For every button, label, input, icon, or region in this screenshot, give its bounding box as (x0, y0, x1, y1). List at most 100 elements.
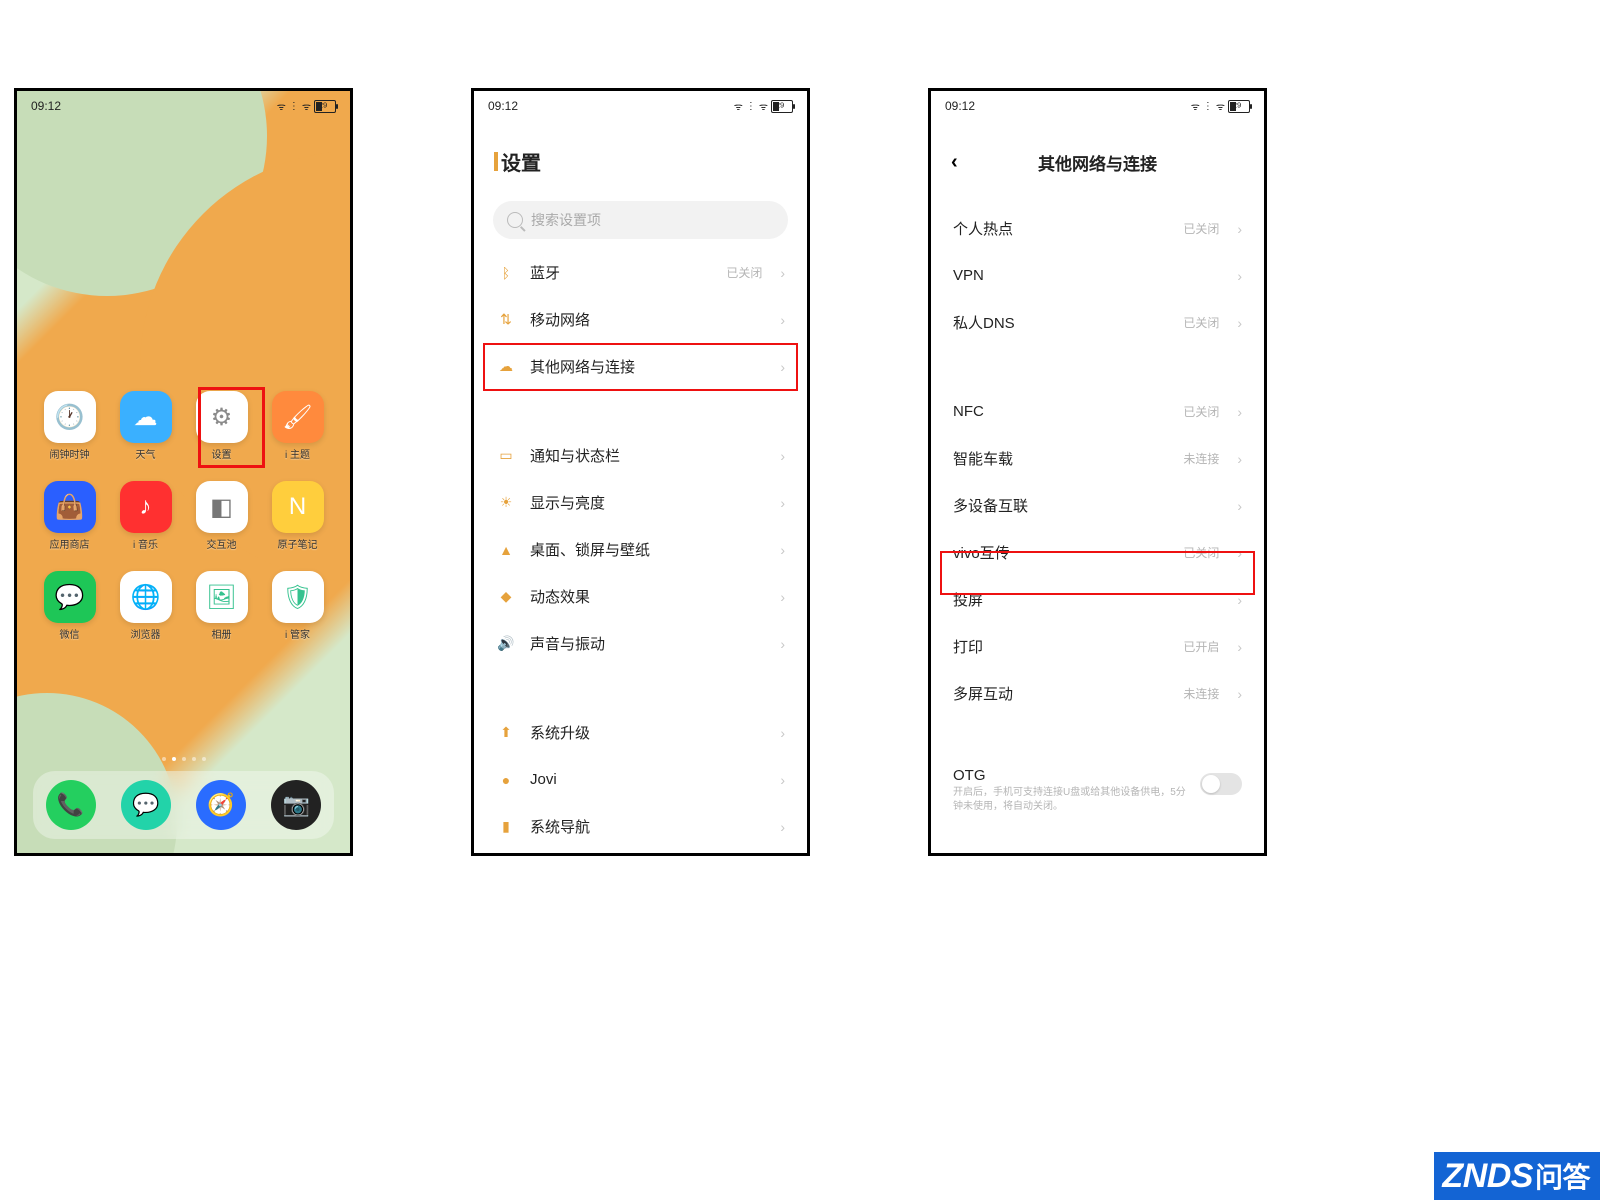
app-brush[interactable]: 🖌i 主题 (265, 391, 330, 461)
row-otg[interactable]: OTG开启后，手机可支持连接U盘或给其他设备供电，5分钟未使用，将自动关闭。 (931, 759, 1264, 833)
row-蓝牙[interactable]: ᛒ蓝牙已关闭› (474, 249, 807, 296)
chevron-right-icon: › (1237, 451, 1242, 467)
search-icon (507, 212, 523, 228)
app-shield[interactable]: 🛡i 管家 (265, 571, 330, 641)
dock-phone[interactable]: 📞 (46, 780, 96, 830)
chevron-right-icon: › (1237, 268, 1242, 284)
row-Jovi[interactable]: ●Jovi› (474, 756, 807, 803)
row-其他网络与连接[interactable]: ☁其他网络与连接› (474, 343, 807, 390)
status-time: 09:12 (945, 99, 975, 113)
row-label: vivo互传 (953, 542, 1169, 563)
row-status: 已关闭 (1183, 220, 1219, 237)
app-label: 微信 (60, 626, 80, 641)
wifi-icon: ⋮ (746, 101, 756, 112)
row-多屏互动[interactable]: 多屏互动未连接 › (931, 670, 1264, 717)
app-clock[interactable]: 🕐闹钟时钟 (37, 391, 102, 461)
row-打印[interactable]: 打印已开启› (931, 623, 1264, 670)
app-wechat[interactable]: 💬微信 (37, 571, 102, 641)
row-label: 多屏互动 (953, 683, 1169, 704)
app-bag[interactable]: 👜 应用商店 (37, 481, 102, 551)
chevron-right-icon: › (780, 312, 785, 328)
row-系统导航[interactable]: ▮系统导航› (474, 803, 807, 850)
status-icons: ᯤ ⋮ ᯤ 29 (734, 99, 793, 113)
dock-sms[interactable]: 💬 (121, 780, 171, 830)
row-status: 已关闭 (1183, 403, 1219, 420)
sig-icon: ⇅ (496, 310, 516, 330)
row-label: 蓝牙 (530, 262, 712, 283)
dock-camera[interactable]: 📷 (271, 780, 321, 830)
row-通知与状态栏[interactable]: ▭通知与状态栏› (474, 432, 807, 479)
app-gear[interactable]: ⚙设置 (189, 391, 254, 461)
row-桌面、锁屏与壁纸[interactable]: ▲桌面、锁屏与壁纸› (474, 526, 807, 573)
chevron-right-icon: › (1237, 686, 1242, 702)
globe-icon: 🌐 (120, 571, 172, 623)
battery-icon: 29 (1228, 100, 1250, 113)
app-gallery[interactable]: 🖼相册 (189, 571, 254, 641)
app-music[interactable]: ♪i 音乐 (113, 481, 178, 551)
row-label: 桌面、锁屏与壁纸 (530, 539, 762, 560)
dock: 📞 💬 🧭 📷 (33, 771, 334, 839)
chevron-right-icon: › (1237, 221, 1242, 237)
chevron-right-icon: › (1237, 545, 1242, 561)
page-title: 设置 (501, 147, 541, 176)
settings-search[interactable]: 搜索设置项 (493, 201, 788, 239)
row-声音与振动[interactable]: 🔊声音与振动› (474, 620, 807, 667)
chevron-right-icon: › (1237, 639, 1242, 655)
bag-icon: 👜 (44, 481, 96, 533)
row-投屏[interactable]: 投屏› (931, 576, 1264, 623)
chevron-right-icon: › (780, 542, 785, 558)
app-label: 原子笔记 (278, 536, 318, 551)
row-私人DNS[interactable]: 私人DNS已关闭› (931, 299, 1264, 346)
weather-icon: ☁ (120, 391, 172, 443)
app-weather[interactable]: ☁天气 (113, 391, 178, 461)
bt-icon: ᛒ (496, 263, 516, 283)
row-vivo互传[interactable]: vivo互传已关闭› (931, 529, 1264, 576)
app-globe[interactable]: 🌐 浏览器 (113, 571, 178, 641)
dock-browser[interactable]: 🧭 (196, 780, 246, 830)
row-status: 未连接 (1183, 685, 1219, 702)
row-VPN[interactable]: VPN› (931, 252, 1264, 299)
chevron-right-icon: › (780, 495, 785, 511)
row-显示与亮度[interactable]: ☀显示与亮度› (474, 479, 807, 526)
row-移动网络[interactable]: ⇅ 移动网络 › (474, 296, 807, 343)
wifi-icon: ᯤ (759, 99, 768, 113)
row-label: 智能车载 (953, 448, 1169, 469)
page-indicator (17, 757, 350, 761)
clock-icon: 🕐 (44, 391, 96, 443)
cloud-icon: ☁ (496, 357, 516, 377)
row-NFC[interactable]: NFC已关闭› (931, 388, 1264, 435)
status-time: 09:12 (488, 99, 518, 113)
row-动态效果[interactable]: ◆动态效果› (474, 573, 807, 620)
signal-icon: ᯤ (277, 99, 286, 113)
row-个人热点[interactable]: 个人热点已关闭 › (931, 205, 1264, 252)
settings-list: ᛒ蓝牙已关闭›⇅移动网络›☁其他网络与连接›▭通知与状态栏›☀显示与亮度›▲桌面… (474, 249, 807, 850)
otg-toggle[interactable] (1200, 773, 1242, 795)
chevron-right-icon: › (780, 265, 785, 281)
row-label: 私人DNS (953, 312, 1169, 333)
row-label: 投屏 (953, 589, 1219, 610)
note-icon: N (272, 481, 324, 533)
app-label: i 管家 (285, 626, 310, 641)
network-list: 个人热点已关闭›VPN›私人DNS已关闭›NFC已关闭›智能车载未连接›多设备互… (931, 197, 1264, 833)
row-智能车载[interactable]: 智能车载未连接› (931, 435, 1264, 482)
row-label: 移动网络 (530, 309, 762, 330)
app-cube[interactable]: ◧交互池 (189, 481, 254, 551)
row-label: 其他网络与连接 (530, 356, 762, 377)
row-label: 系统导航 (530, 816, 762, 837)
row-label: 个人热点 (953, 218, 1169, 239)
nav-icon: ▮ (496, 817, 516, 837)
row-系统升级[interactable]: ⬆系统升级› (474, 709, 807, 756)
wifi-icon: ᯤ (302, 99, 311, 113)
app-note[interactable]: N 原子笔记 (265, 481, 330, 551)
phone-network: 09:12 ᯤ ⋮ ᯤ 29 ‹ 其他网络与连接 个人热点已关闭›VPN›私人D… (928, 88, 1267, 856)
app-label: 设置 (212, 446, 232, 461)
app-label: 应用商店 (50, 536, 90, 551)
row-多设备互联[interactable]: 多设备互联› (931, 482, 1264, 529)
app-label: 浏览器 (131, 626, 161, 641)
status-bar: 09:12 ᯤ ⋮ ᯤ 29 (474, 94, 807, 118)
battery-icon: 29 (771, 100, 793, 113)
row-status: 已关闭 (1183, 314, 1219, 331)
status-time: 09:12 (31, 99, 61, 113)
app-label: 交互池 (207, 536, 237, 551)
app-label: i 音乐 (133, 536, 158, 551)
